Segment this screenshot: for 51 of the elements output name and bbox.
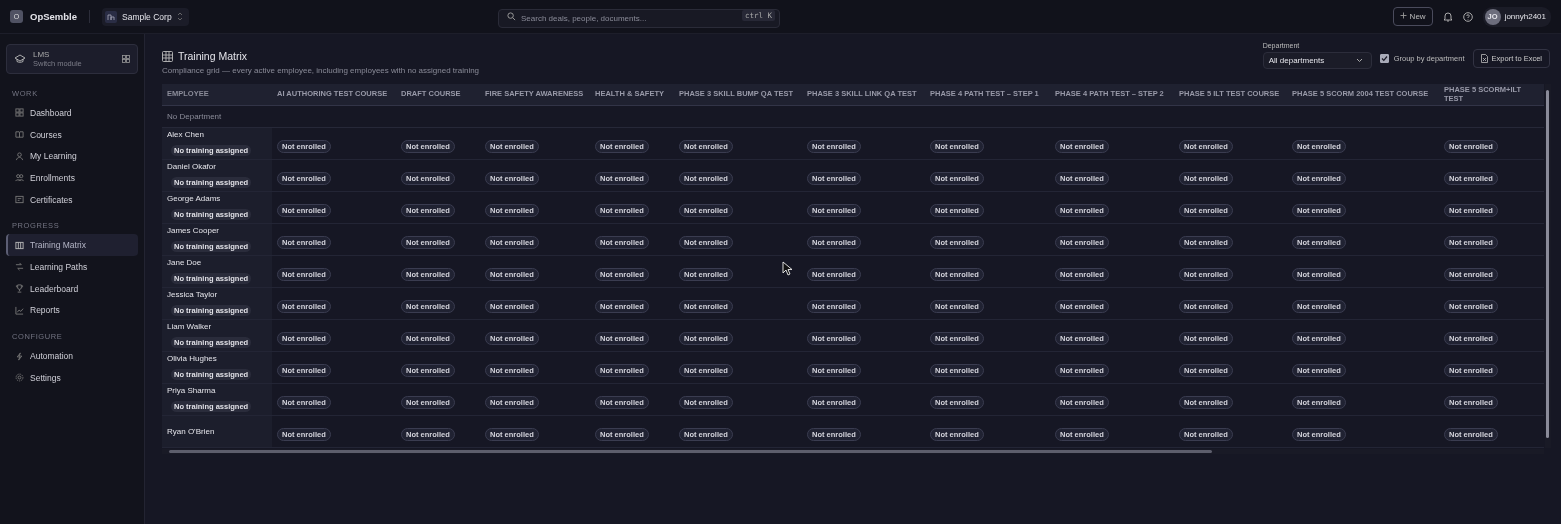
employee-name: Olivia Hughes bbox=[167, 354, 218, 364]
trophy-icon bbox=[15, 284, 24, 294]
employee-name: George Adams bbox=[167, 194, 222, 204]
employee-name: Daniel Okafor bbox=[167, 162, 217, 172]
employee-name: Alex Chen bbox=[167, 130, 205, 140]
employee-name: Jane Doe bbox=[167, 258, 203, 268]
nav-item[interactable]: Reports bbox=[6, 299, 138, 322]
nav-item[interactable]: My Learning bbox=[6, 145, 138, 168]
organization-switcher[interactable]: Sample Corp bbox=[102, 7, 189, 26]
book-icon bbox=[15, 130, 24, 140]
nav-item[interactable]: Training Matrix bbox=[6, 234, 138, 257]
plus-icon bbox=[1399, 12, 1407, 19]
department-select[interactable]: All departments bbox=[1262, 52, 1372, 69]
nav-item[interactable]: Enrollments bbox=[6, 167, 138, 189]
people-icon bbox=[15, 173, 24, 183]
gear-icon bbox=[15, 373, 24, 383]
notification-bell-icon[interactable] bbox=[1442, 11, 1453, 22]
employee-name: Ryan O'Brien bbox=[167, 427, 216, 437]
nav-item[interactable]: Courses bbox=[6, 123, 138, 146]
employee-name: Priya Sharma bbox=[167, 386, 217, 396]
grid-icon bbox=[122, 55, 130, 63]
chevron-down-icon bbox=[1355, 58, 1363, 63]
person-icon bbox=[15, 151, 24, 161]
group-heading: No Department bbox=[167, 112, 222, 122]
grid-icon bbox=[162, 50, 173, 62]
file-icon bbox=[1480, 54, 1488, 63]
brand-name: OpSemble bbox=[30, 11, 77, 22]
nav-item[interactable]: Learning Paths bbox=[6, 256, 138, 278]
page-subtitle: Compliance grid — every active employee, including employees with no assigned training bbox=[162, 66, 480, 75]
lightning-icon bbox=[15, 351, 24, 361]
search-icon bbox=[507, 12, 516, 21]
chevron-updown-icon bbox=[176, 12, 183, 21]
employee-name: Liam Walker bbox=[167, 322, 213, 332]
help-icon[interactable] bbox=[1462, 11, 1473, 22]
mouse-pointer-icon bbox=[782, 261, 793, 276]
dashboard-icon bbox=[15, 108, 24, 118]
table-icon bbox=[15, 240, 24, 250]
new-button[interactable]: New bbox=[1392, 7, 1433, 26]
nav-item[interactable]: Certificates bbox=[6, 188, 138, 211]
graduation-cap-icon bbox=[14, 54, 26, 64]
employee-name: Jessica Taylor bbox=[167, 290, 219, 300]
chart-icon bbox=[15, 305, 24, 315]
path-icon bbox=[15, 262, 24, 272]
employee-name: James Cooper bbox=[167, 226, 221, 236]
checkbox[interactable] bbox=[1379, 54, 1389, 63]
certificate-icon bbox=[15, 195, 24, 205]
nav-item[interactable]: Dashboard bbox=[6, 102, 138, 124]
nav-item[interactable]: Leaderboard bbox=[6, 277, 138, 300]
nav-item[interactable]: Automation bbox=[6, 345, 138, 367]
page-title: Training Matrix bbox=[178, 50, 248, 62]
nav-item[interactable]: Settings bbox=[6, 366, 138, 389]
